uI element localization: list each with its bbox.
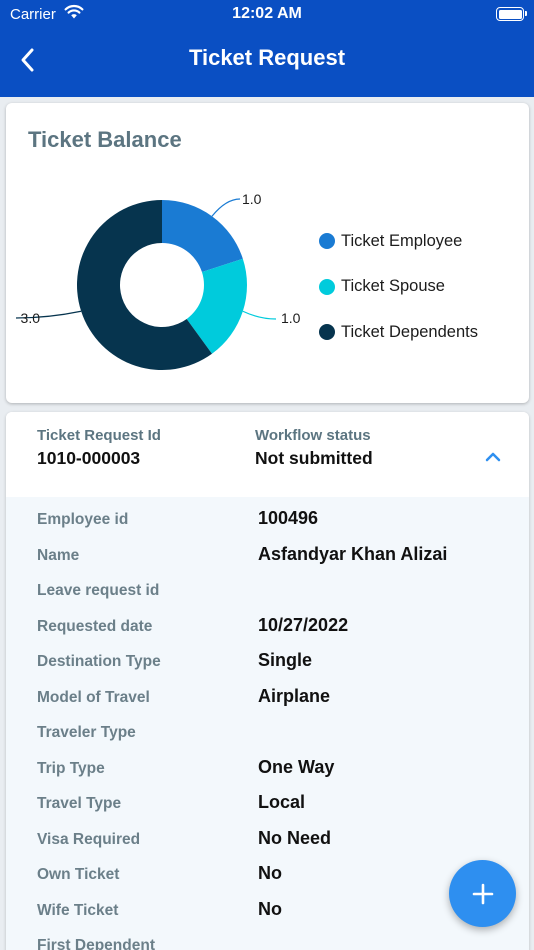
request-id-label: Ticket Request Id	[37, 427, 161, 444]
chart-data-label: 3.0	[21, 310, 41, 326]
detail-value: One Way	[258, 756, 335, 777]
chart-slice	[162, 200, 243, 273]
legend-swatch	[319, 233, 335, 249]
ticket-balance-card: Ticket Balance 1.0 1.0 3.0 Ticket Employee…	[6, 103, 529, 403]
battery-icon	[496, 7, 527, 21]
detail-row: Visa Required No Need	[6, 825, 529, 855]
detail-label: Visa Required	[37, 830, 141, 848]
detail-value: No	[258, 863, 282, 883]
detail-label: Leave request id	[37, 582, 160, 599]
chart-legend: Ticket Employee Ticket Spouse Ticket Depen…	[319, 230, 478, 367]
request-summary[interactable]: Ticket Request Id 1010-000003 Workflow s…	[6, 412, 529, 497]
detail-row: Requested date 10/27/2022	[6, 612, 529, 642]
detail-label: Wife Ticket	[37, 901, 119, 919]
legend-item: Ticket Employee	[319, 230, 478, 252]
detail-row: Employee id 100496	[6, 505, 529, 535]
navigation-bar: Ticket Request	[0, 28, 534, 97]
legend-item: Ticket Spouse	[319, 276, 478, 298]
clock: 12:02 AM	[232, 5, 302, 22]
detail-label: Trip Type	[37, 759, 105, 777]
chart-data-label: 1.0	[242, 191, 262, 207]
detail-row: Model of Travel Airplane	[6, 683, 529, 713]
detail-row: Leave request id	[6, 576, 529, 606]
page-title: Ticket Request	[188, 45, 346, 70]
detail-label: Employee id	[37, 511, 129, 528]
detail-row: Traveler Type	[6, 718, 529, 748]
chevron-up-icon[interactable]	[481, 448, 505, 466]
detail-label: Model of Travel	[37, 688, 150, 706]
legend-label: Ticket Spouse	[341, 277, 445, 295]
detail-value: Local	[258, 792, 306, 812]
detail-label: Travel Type	[37, 795, 122, 812]
legend-label: Ticket Employee	[341, 231, 463, 250]
detail-label: Traveler Type	[37, 724, 136, 741]
plus-icon	[472, 883, 493, 904]
chart-leader-line	[242, 310, 277, 320]
legend-swatch	[319, 278, 335, 295]
workflow-status-value: Not submitted	[255, 448, 373, 468]
detail-value: Asfandyar Khan Alizai	[258, 543, 448, 564]
chart-data-label: 1.0	[281, 310, 301, 326]
detail-value: 100496	[258, 508, 319, 528]
detail-label: Own Ticket	[37, 866, 120, 883]
detail-row: First Dependent	[6, 931, 529, 950]
legend-label: Ticket Dependents	[341, 322, 478, 341]
detail-row: Trip Type One Way	[6, 754, 529, 784]
detail-value: Single	[258, 650, 313, 670]
detail-label: Name	[37, 546, 80, 564]
detail-label: Destination Type	[37, 653, 161, 670]
status-bar: Carrier 12:02 AM	[0, 0, 534, 28]
legend-swatch	[319, 324, 335, 340]
workflow-status-label: Workflow status	[255, 427, 371, 444]
detail-label: Requested date	[37, 617, 153, 635]
chart-leader-line	[211, 198, 241, 217]
detail-value: Airplane	[258, 685, 331, 706]
detail-row: Travel Type Local	[6, 789, 529, 819]
detail-row: Destination Type Single	[6, 647, 529, 677]
detail-row: Name Asfandyar Khan Alizai	[6, 541, 529, 571]
request-id-value: 1010-000003	[37, 448, 141, 468]
detail-label: First Dependent	[37, 937, 155, 950]
detail-value: 10/27/2022	[258, 614, 349, 635]
legend-item: Ticket Dependents	[319, 321, 478, 343]
add-request-button[interactable]	[449, 860, 516, 927]
donut-chart: 1.0 1.0 3.0	[15, 191, 301, 370]
ticket-request-card: Ticket Request Id 1010-000003 Workflow s…	[6, 412, 529, 950]
detail-value: No	[258, 898, 282, 919]
detail-value: No Need	[258, 827, 332, 848]
